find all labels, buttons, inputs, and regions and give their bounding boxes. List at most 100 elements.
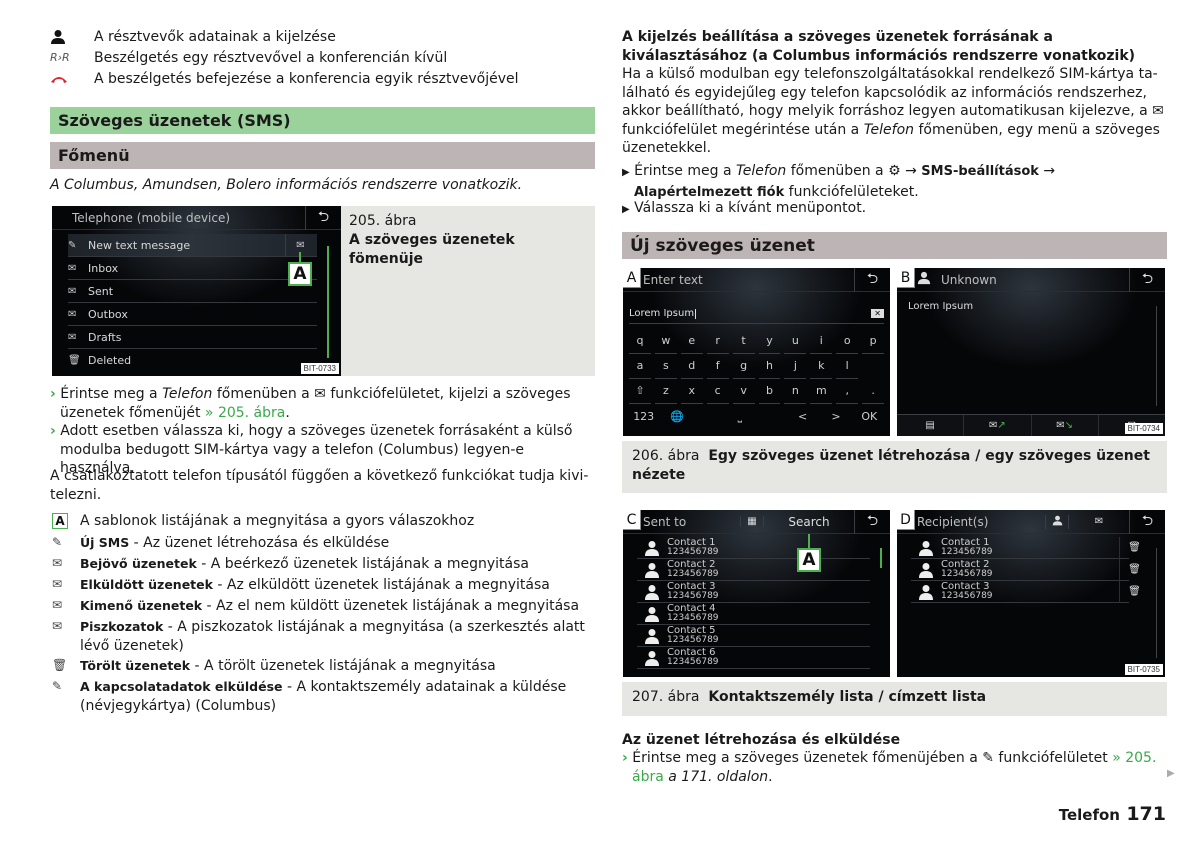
contact-number: 123456789 bbox=[941, 590, 993, 601]
contact-info: Contact 1 123456789 bbox=[667, 538, 719, 557]
step-bullet-icon: ▶ bbox=[622, 204, 630, 215]
back-button[interactable]: ⮌ bbox=[854, 268, 890, 292]
delete-recipient-button[interactable]: 🗑 bbox=[1119, 581, 1149, 603]
key[interactable]: c bbox=[706, 380, 729, 404]
backspace-key[interactable]: ✕ bbox=[871, 309, 884, 318]
function-item: 🗑 Törölt üzenetek - A törölt üzenetek lis… bbox=[50, 656, 595, 676]
figure-207c-screen: C Sent to ▦ Search ⮌ Contact 1 123456789 … bbox=[623, 510, 890, 677]
forward-button[interactable]: ✉↗ bbox=[964, 415, 1032, 436]
back-button[interactable]: ⮌ bbox=[305, 206, 341, 230]
step-arrow-icon: › bbox=[50, 423, 56, 439]
figure-207d-screen: D Recipient(s) ✉ ⮌ Contact 1 123456789 🗑 C… bbox=[897, 510, 1165, 677]
caption-title: A szöveges üzenetek fömenüje bbox=[349, 232, 515, 267]
screen-header: Sent to ▦ Search ⮌ bbox=[623, 510, 890, 534]
step-text: Érintse meg a bbox=[634, 163, 736, 179]
numbers-key[interactable]: 123 bbox=[629, 406, 658, 430]
menu-item-sent[interactable]: ✉ Sent bbox=[68, 280, 317, 303]
contact-row[interactable]: Contact 6 123456789 bbox=[637, 647, 870, 669]
menu-item-outbox[interactable]: ✉ Outbox bbox=[68, 303, 317, 326]
key[interactable]: a bbox=[629, 355, 651, 379]
key[interactable]: . bbox=[862, 380, 885, 404]
contact-row[interactable]: Contact 3 123456789 bbox=[911, 581, 1129, 603]
key[interactable]: e bbox=[680, 330, 703, 354]
panel-tag: B bbox=[897, 268, 915, 288]
contact-row[interactable]: Contact 1 123456789 bbox=[911, 537, 1129, 559]
key[interactable]: q bbox=[629, 330, 651, 354]
keypad-button[interactable]: ▦ bbox=[740, 516, 764, 527]
scrollbar[interactable] bbox=[880, 548, 882, 568]
contact-row[interactable]: Contact 5 123456789 bbox=[637, 625, 870, 647]
contact-row[interactable]: Contact 4 123456789 bbox=[637, 603, 870, 625]
legend-text: Beszélgetés egy résztvevővel a konferenc… bbox=[94, 50, 448, 66]
step-item: › Érintse meg a szöveges üzenetek főmenü… bbox=[622, 749, 1167, 786]
contact-row[interactable]: Contact 2 123456789 bbox=[637, 559, 870, 581]
reply-all-button[interactable]: ✉↘ bbox=[1032, 415, 1099, 436]
menu-item-new-message[interactable]: ✎ New text message bbox=[68, 234, 317, 257]
key[interactable]: , bbox=[836, 380, 859, 404]
key[interactable]: m bbox=[810, 380, 833, 404]
add-contact-button[interactable] bbox=[1045, 514, 1069, 529]
menu-item-drafts[interactable]: ✉ Drafts bbox=[68, 326, 317, 349]
scrollbar[interactable] bbox=[1156, 548, 1157, 658]
key[interactable]: k bbox=[810, 355, 833, 379]
function-item: ✉ Piszkozatok - A piszkozatok listájának … bbox=[50, 617, 595, 656]
key[interactable]: o bbox=[836, 330, 859, 354]
key[interactable]: s bbox=[654, 355, 677, 379]
step-arrow-icon: › bbox=[50, 386, 56, 402]
scrollbar[interactable] bbox=[327, 246, 329, 358]
menu-item-deleted[interactable]: 🗑 Deleted bbox=[68, 349, 317, 372]
private-call-icon: R›R bbox=[50, 51, 70, 64]
key[interactable]: t bbox=[732, 330, 755, 354]
functions-intro: A csatlakoztatott telefon típusától függ… bbox=[50, 468, 589, 503]
menu-item-inbox[interactable]: ✉ Inbox bbox=[68, 257, 317, 280]
contact-avatar-icon bbox=[637, 540, 667, 556]
key[interactable]: g bbox=[732, 355, 755, 379]
inbox-icon: ✉ bbox=[68, 262, 77, 274]
contact-row[interactable]: Contact 2 123456789 bbox=[911, 559, 1129, 581]
contact-avatar-icon bbox=[637, 650, 667, 666]
cursor-left-key[interactable]: < bbox=[788, 406, 817, 430]
key[interactable]: x bbox=[680, 380, 703, 404]
figure-link[interactable]: » 205. ábra bbox=[205, 405, 285, 421]
key[interactable]: ⇧ bbox=[629, 380, 651, 404]
key[interactable]: z bbox=[654, 380, 677, 404]
key[interactable]: d bbox=[680, 355, 703, 379]
sent-icon: ✉ bbox=[68, 285, 77, 297]
scrollbar[interactable] bbox=[1156, 306, 1157, 406]
key-spacer bbox=[862, 355, 884, 379]
search-button[interactable]: Search bbox=[764, 515, 854, 529]
back-button[interactable]: ⮌ bbox=[1129, 268, 1165, 292]
globe-icon[interactable]: 🌐 bbox=[662, 406, 691, 430]
key[interactable]: i bbox=[810, 330, 833, 354]
figure-205-screen: Telephone (mobile device) ⮌ ✎ New text m… bbox=[52, 206, 341, 376]
key[interactable]: w bbox=[654, 330, 677, 354]
send-button[interactable]: ✉ bbox=[1069, 516, 1129, 527]
key[interactable]: j bbox=[784, 355, 807, 379]
key[interactable]: p bbox=[862, 330, 885, 354]
ok-key[interactable]: OK bbox=[855, 406, 884, 430]
key[interactable]: l bbox=[836, 355, 859, 379]
key[interactable]: y bbox=[758, 330, 781, 354]
contact-row[interactable]: Contact 3 123456789 bbox=[637, 581, 870, 603]
message-input[interactable]: Lorem Ipsum ✕ bbox=[629, 304, 884, 324]
key[interactable]: r bbox=[706, 330, 729, 354]
key[interactable]: n bbox=[784, 380, 807, 404]
step-text: Válassza ki a kívánt menüpontot. bbox=[634, 200, 867, 216]
delete-recipient-button[interactable]: 🗑 bbox=[1119, 559, 1149, 581]
contact-number: 123456789 bbox=[941, 546, 993, 557]
delete-recipient-button[interactable]: 🗑 bbox=[1119, 537, 1149, 559]
back-button[interactable]: ⮌ bbox=[1129, 510, 1165, 534]
key-row-bottom: 123 🌐 ⎵ < > OK bbox=[627, 406, 886, 430]
contact-row[interactable]: Contact 1 123456789 bbox=[637, 537, 870, 559]
contact-info: Contact 2 123456789 bbox=[941, 560, 993, 579]
key[interactable]: b bbox=[758, 380, 781, 404]
key[interactable]: h bbox=[758, 355, 781, 379]
cursor-right-key[interactable]: > bbox=[821, 406, 850, 430]
step-text: . bbox=[285, 404, 290, 421]
key[interactable]: u bbox=[784, 330, 807, 354]
space-key[interactable]: ⎵ bbox=[696, 406, 784, 430]
key[interactable]: f bbox=[706, 355, 729, 379]
key[interactable]: v bbox=[732, 380, 755, 404]
back-button[interactable]: ⮌ bbox=[854, 510, 890, 534]
reply-button[interactable]: ▤ bbox=[897, 415, 965, 436]
